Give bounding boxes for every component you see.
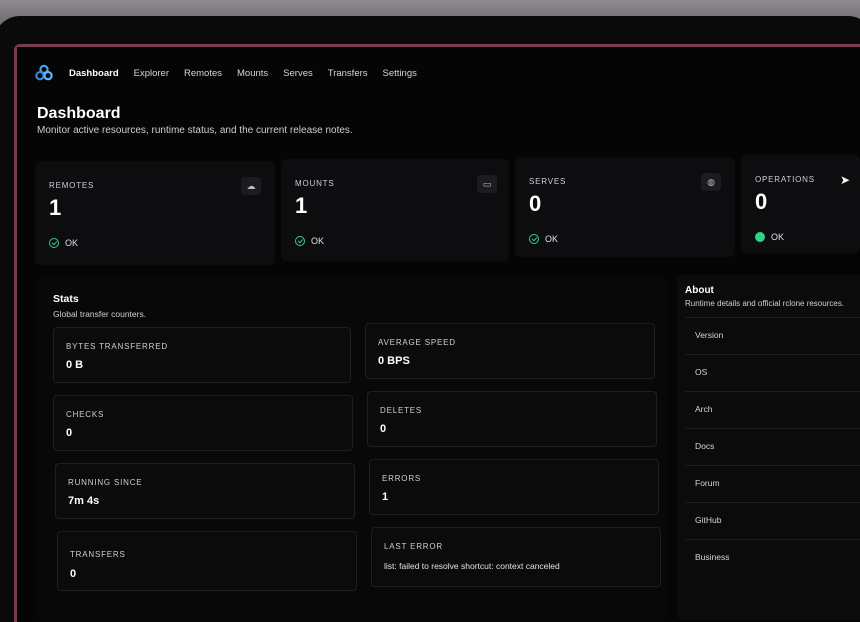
cloud-icon: ☁ (241, 177, 261, 195)
stat-last-error: LAST ERROR list: failed to resolve short… (371, 527, 661, 587)
stat-transfers: TRANSFERS 0 (57, 531, 357, 591)
status-text: OK (65, 238, 79, 248)
about-link-docs[interactable]: Docs (685, 428, 860, 462)
card-label: MOUNTS (295, 179, 335, 188)
stats-title: Stats (53, 293, 79, 305)
stat-value: 0 (66, 427, 73, 439)
app-window: Dashboard Explorer Remotes Mounts Serves… (17, 47, 860, 622)
stat-label: CHECKS (66, 410, 105, 419)
card-value: 0 (755, 189, 768, 214)
cursor-icon: ➤ (839, 173, 851, 187)
check-circle-icon (529, 234, 539, 244)
card-status: OK (295, 236, 324, 246)
check-circle-icon (49, 238, 59, 248)
about-panel: About Runtime details and official rclon… (677, 275, 860, 620)
about-subtitle: Runtime details and official rclone reso… (685, 299, 845, 308)
stat-errors: ERRORS 1 (369, 459, 659, 515)
globe-icon: ◍ (701, 173, 721, 191)
check-circle-icon (755, 232, 765, 242)
status-text: OK (545, 234, 559, 244)
stat-value: 7m 4s (68, 495, 100, 507)
card-label: OPERATIONS (755, 175, 815, 184)
card-status: OK (529, 234, 558, 244)
card-value: 1 (49, 195, 62, 220)
stat-value: 0 B (66, 359, 84, 371)
about-title: About (685, 285, 714, 296)
stat-label: ERRORS (382, 474, 422, 483)
about-row-os: OS (685, 354, 860, 388)
stat-checks: CHECKS 0 (53, 395, 353, 451)
rclone-logo-icon[interactable] (35, 64, 53, 82)
check-circle-icon (295, 236, 305, 246)
stat-bytes-transferred: BYTES TRANSFERRED 0 B (53, 327, 351, 383)
stats-panel: Stats Global transfer counters. BYTES TR… (37, 277, 667, 622)
status-text: OK (311, 236, 325, 246)
stat-value: 0 (70, 568, 77, 580)
nav-settings[interactable]: Settings (383, 68, 417, 79)
card-value: 0 (529, 191, 542, 216)
card-mounts[interactable]: MOUNTS 1 OK ▭ (281, 159, 509, 261)
stat-label: DELETES (380, 406, 423, 415)
stat-running-since: RUNNING SINCE 7m 4s (55, 463, 355, 519)
status-text: OK (771, 232, 785, 242)
stat-value: 1 (382, 491, 389, 503)
nav-transfers[interactable]: Transfers (328, 68, 368, 79)
stat-label: BYTES TRANSFERRED (66, 342, 168, 351)
page-title: Dashboard (37, 105, 121, 122)
stat-label: LAST ERROR (384, 542, 443, 551)
card-label: REMOTES (49, 181, 95, 190)
card-status: OK (49, 238, 78, 248)
card-operations[interactable]: OPERATIONS 0 OK ➤ (741, 155, 860, 253)
nav-serves[interactable]: Serves (283, 68, 313, 79)
card-remotes[interactable]: REMOTES 1 OK ☁ (35, 161, 275, 265)
nav-explorer[interactable]: Explorer (134, 68, 169, 79)
card-serves[interactable]: SERVES 0 OK ◍ (515, 157, 735, 257)
stat-value: list: failed to resolve shortcut: contex… (384, 561, 560, 571)
card-label: SERVES (529, 177, 567, 186)
stat-value: 0 (380, 423, 387, 435)
nav-dashboard[interactable]: Dashboard (69, 68, 119, 79)
card-status: OK (755, 232, 784, 242)
stat-label: AVERAGE SPEED (378, 338, 456, 347)
about-row-arch: Arch (685, 391, 860, 425)
stat-label: TRANSFERS (70, 550, 126, 559)
about-link-forum[interactable]: Forum (685, 465, 860, 499)
stat-deletes: DELETES 0 (367, 391, 657, 447)
top-nav: Dashboard Explorer Remotes Mounts Serves… (35, 63, 432, 83)
about-row-version: Version (685, 317, 860, 351)
stat-label: RUNNING SINCE (68, 478, 143, 487)
stat-average-speed: AVERAGE SPEED 0 BPS (365, 323, 655, 379)
nav-mounts[interactable]: Mounts (237, 68, 268, 79)
card-value: 1 (295, 193, 308, 218)
drive-icon: ▭ (477, 175, 497, 193)
page-subtitle: Monitor active resources, runtime status… (37, 125, 353, 136)
nav-remotes[interactable]: Remotes (184, 68, 222, 79)
stats-subtitle: Global transfer counters. (53, 309, 147, 319)
about-link-github[interactable]: GitHub (685, 502, 860, 536)
stat-value: 0 BPS (378, 355, 410, 367)
about-link-business[interactable]: Business (685, 539, 860, 573)
